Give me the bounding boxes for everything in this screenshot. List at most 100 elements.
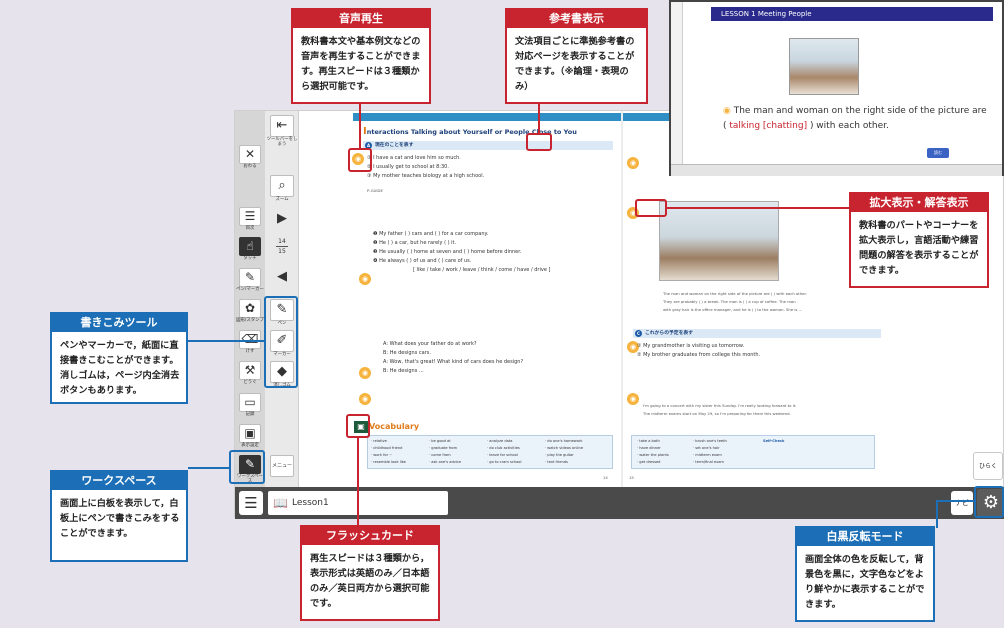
audio-play-icon[interactable]: ◉ — [627, 157, 639, 169]
vocab-item: · watch videos online — [545, 446, 584, 450]
zoom-label: ズーム — [275, 197, 289, 202]
callout-audio-title: 音声再生 — [293, 10, 429, 28]
main-menu-button[interactable]: ☰ — [239, 491, 263, 515]
exercise-line-1: ❶ My father ( ) cars and ( ) for a car c… — [373, 231, 489, 237]
callout-writing-body: ペンやマーカーで，紙面に直接書きこむことができます。消しゴムは，ページ内全消去ボ… — [60, 340, 180, 396]
callout-reference-body: 文法項目ごとに準拠参考書の対応ページを表示することができます。（※論理・表現のみ… — [515, 36, 635, 92]
callout-workspace-body: 画面上に白板を表示して，白板上にペンで書きこみをすることができます。 — [60, 498, 180, 539]
audio-play-icon[interactable]: ◉ — [627, 393, 639, 405]
caption-line-2: They are probably ( ) a break. The man i… — [663, 299, 796, 304]
vocab-item: · ask one's advice — [429, 460, 462, 464]
collapse-icon: ⇤ — [270, 115, 294, 137]
callout-audio: 音声再生 教科書本文や基本例文などの音声を再生することができます。再生スピードは… — [291, 8, 431, 104]
popup-sentence: ◉ The man and woman on the right side of… — [723, 106, 987, 131]
exercise-line-2: ❷ He ( ) a car, but he rarely ( ) it. — [373, 240, 457, 246]
caption-line-1: The man and woman on the right side of t… — [663, 291, 807, 296]
dialog-line-2: B: He designs cars. — [383, 350, 431, 356]
popup-read-button[interactable]: 読む — [927, 148, 949, 158]
section-c-band: C これからの予定を表す — [633, 329, 881, 338]
record-icon: ▭ — [239, 393, 261, 412]
navi-button[interactable]: ナビ — [951, 491, 973, 515]
list-icon: ☰ — [239, 207, 261, 226]
hyouji-button[interactable]: ▣ 表示設定 — [236, 424, 264, 449]
zoom-popup: LESSON 1 Meeting People ◉ The man and wo… — [669, 0, 1004, 176]
future-line-1: ① My grandmother is visiting us tomorrow… — [637, 343, 745, 349]
hiraku-button[interactable]: ひらく — [973, 452, 1003, 480]
self-check-label: Self-Check — [763, 439, 785, 443]
vocab-item: · do one's homework — [545, 439, 583, 443]
dialog-line-3: A: Wow, that's great! What kind of cars … — [383, 359, 524, 365]
toolbar-hide-label: ツールバーをしまう — [266, 137, 298, 147]
page-number-left: 14 — [603, 475, 608, 480]
lesson-tab-label: Lesson1 — [292, 498, 329, 508]
pen-icon: ✎ — [239, 268, 261, 287]
vocab-item: · be good at — [429, 439, 451, 443]
callout-flashcard-body: 再生スピードは３種類から，表示形式は英語のみ／日本語のみ／英日両方から選択可能で… — [310, 553, 430, 609]
vocab-item: · text friends — [545, 460, 568, 464]
kesu-label: けす — [245, 349, 255, 354]
display-icon: ▣ — [239, 424, 261, 443]
kesu-button[interactable]: ⌫ けす — [236, 330, 264, 355]
page-bottom: 15 — [278, 248, 286, 255]
callout-contrast: 白黒反転モード 画面全体の色を反転して，背景色を黒に，文字色などをより鮮やかに表… — [795, 526, 935, 622]
reference-highlight — [526, 133, 552, 151]
vocab-item: · have dinner — [637, 446, 661, 450]
callout-reference: 参考書表示 文法項目ごとに準拠参考書の対応ページを表示することができます。（※論… — [505, 8, 648, 104]
vocab-item: · get dressed — [637, 460, 661, 464]
audio-connector — [359, 104, 361, 148]
vocab-item: · graduate from — [429, 446, 458, 450]
dialog-line-1: A: What does your father do at work? — [383, 341, 477, 347]
close-icon: ✕ — [239, 145, 261, 164]
kiroku-label: 記録 — [245, 412, 255, 417]
audio-play-icon[interactable]: ◉ — [359, 367, 371, 379]
owaru-button[interactable]: ✕ おわる — [236, 145, 264, 170]
workspace-highlight — [229, 450, 265, 484]
vocab-item: · do club activities — [487, 446, 520, 450]
callout-flashcard-title: フラッシュカード — [302, 527, 438, 545]
stamp-button[interactable]: ✿ 図形/スタンプ — [236, 299, 264, 324]
dougu-button[interactable]: ⚒ どうぐ — [236, 361, 264, 386]
mokuji-label: 目次 — [245, 226, 255, 231]
zoom-highlight — [635, 199, 667, 217]
dougu-label: どうぐ — [243, 380, 257, 385]
zoom-icon: ⌕ — [270, 175, 294, 197]
prev-page-button[interactable]: ◀ — [266, 267, 298, 290]
future-line-2: ② My brother graduates from college this… — [637, 352, 761, 358]
pen-marker-button[interactable]: ✎ ペン/マーカー — [236, 268, 264, 293]
note-line: P-GUIDE — [367, 188, 383, 193]
arrow-left-icon: ◀ — [277, 269, 287, 284]
callout-workspace-title: ワークスペース — [52, 472, 186, 490]
writing-tools-highlight — [264, 296, 298, 388]
callout-zoom: 拡大表示・解答表示 教科書のパートやコーナーを拡大表示し，言語活動や練習問題の解… — [849, 192, 989, 288]
page-header-bar — [353, 113, 621, 121]
toolbar-hide-button[interactable]: ⇤ ツールバーをしまう — [266, 115, 298, 148]
bottom-bar: ☰ 📖 Lesson1 ナビ ⚙ — [235, 487, 1004, 519]
kiroku-button[interactable]: ▭ 記録 — [236, 393, 264, 418]
audio-play-icon[interactable]: ◉ — [359, 273, 371, 285]
flashcard-highlight — [346, 414, 370, 438]
popup-audio-icon[interactable]: ◉ — [723, 106, 734, 116]
vocab-item: · come from — [429, 453, 451, 457]
next-page-button[interactable]: ▶ — [266, 209, 298, 232]
section-a-band: A 現在のことを表す — [363, 141, 613, 150]
pen-marker-label: ペン/マーカー — [236, 287, 264, 292]
flashcard-connector — [357, 438, 359, 525]
future-line-4: The midterm exams start on May 29, so I'… — [643, 411, 791, 416]
vocabulary-heading: Vocabulary — [369, 422, 420, 431]
callout-audio-body: 教科書本文や基本例文などの音声を再生することができます。再生スピードは３種類から… — [301, 36, 421, 92]
vocab-item: · set one's hair — [693, 446, 720, 450]
exercise-line-4: ❹ He always ( ) of us and ( ) care of us… — [373, 258, 472, 264]
zoom-button[interactable]: ⌕ ズーム — [266, 175, 298, 203]
vocab-item: · term/final exam — [693, 460, 724, 464]
menu-button-side[interactable]: メニュー — [266, 455, 298, 478]
future-line-3: I'm going to a concert with my sister th… — [643, 403, 797, 408]
touch-button[interactable]: ☝ タッチ — [236, 237, 264, 262]
vocab-item: · work for ~ — [371, 453, 393, 457]
audio-play-icon[interactable]: ◉ — [359, 393, 371, 405]
mokuji-button[interactable]: ☰ 目次 — [236, 207, 264, 232]
callout-zoom-title: 拡大表示・解答表示 — [851, 194, 987, 212]
callout-flashcard: フラッシュカード 再生スピードは３種類から，表示形式は英語のみ／日本語のみ／英日… — [300, 525, 440, 621]
audio-highlight — [348, 148, 372, 172]
callout-reference-title: 参考書表示 — [507, 10, 646, 28]
menu-label: メニュー — [270, 455, 294, 477]
